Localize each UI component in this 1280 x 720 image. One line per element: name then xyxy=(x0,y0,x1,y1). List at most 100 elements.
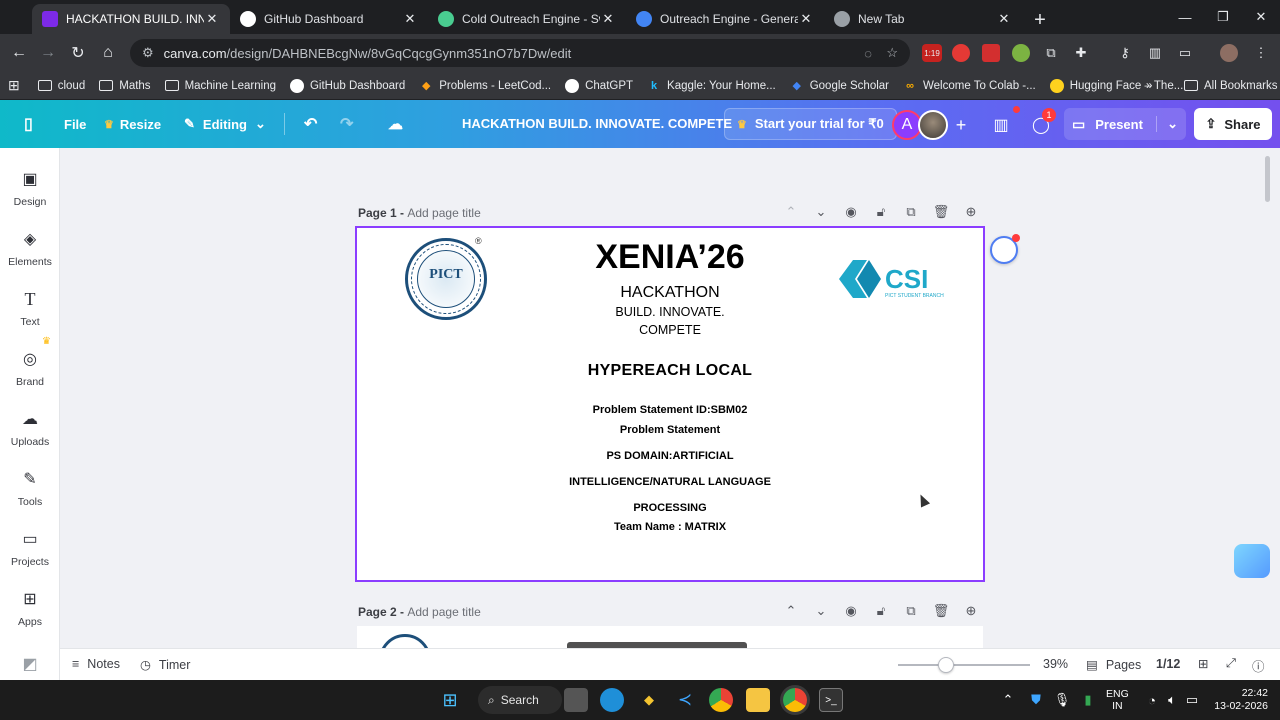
chrome-icon[interactable] xyxy=(709,688,733,712)
card-icon[interactable]: ▭ xyxy=(1176,44,1194,62)
bookmark-github[interactable]: GitHub Dashboard xyxy=(289,78,405,93)
edge-icon[interactable] xyxy=(600,688,624,712)
ai-assistant-icon[interactable] xyxy=(990,234,1020,264)
sidebar-item-projects[interactable]: ▭ Projects xyxy=(0,528,60,584)
bookmark-kaggle[interactable]: k Kaggle: Your Home... xyxy=(647,79,776,93)
add-page-icon[interactable]: ⊕ xyxy=(956,204,986,220)
vscode-icon[interactable]: ≺ xyxy=(673,688,697,712)
green-extension-icon[interactable] xyxy=(1012,44,1030,62)
key-icon[interactable]: ⚷ xyxy=(1116,44,1134,62)
analytics-icon[interactable]: ▥ xyxy=(986,110,1016,140)
page-2-canvas[interactable] xyxy=(357,626,983,648)
sidebar-item-apps[interactable]: ⊞ Apps xyxy=(0,588,60,644)
delete-icon[interactable]: 🗑︎ xyxy=(926,603,956,619)
start-trial-button[interactable]: ♛ Start your trial for ₹0 xyxy=(724,108,897,140)
battery-icon[interactable]: ▭ xyxy=(1180,688,1204,712)
sidebar-item-more[interactable]: ◩ xyxy=(0,654,60,674)
sidebar-item-text[interactable]: T Text xyxy=(0,288,60,344)
floating-widget-icon[interactable] xyxy=(1234,544,1270,578)
editing-mode-button[interactable]: ✎ Editing ⌄ xyxy=(176,108,274,140)
apps-grid-icon[interactable]: ⊞ xyxy=(8,77,20,94)
zoom-level[interactable]: 39% xyxy=(1043,657,1068,671)
document-title[interactable]: HACKATHON BUILD. INNOVATE. COMPETE xyxy=(462,116,732,131)
workspace-scrollbar[interactable] xyxy=(1265,156,1270,202)
add-collaborator-icon[interactable]: + xyxy=(946,110,976,140)
sidebar-toggle-icon[interactable]: ▯ xyxy=(16,108,41,140)
chevron-up-icon[interactable]: ⌃ xyxy=(776,603,806,619)
puzzle-icon[interactable]: ✚ xyxy=(1072,44,1090,62)
profile-avatar[interactable] xyxy=(1220,44,1238,62)
sidebar-item-uploads[interactable]: ☁ Uploads xyxy=(0,408,60,464)
bookmarks-overflow-icon[interactable]: » xyxy=(1146,80,1152,92)
restore-icon[interactable]: ❐ xyxy=(1204,0,1242,34)
hide-icon[interactable]: ◉ xyxy=(836,204,866,220)
duplicate-icon[interactable]: ⧉ xyxy=(896,204,926,220)
new-tab-button[interactable]: + xyxy=(1026,6,1054,34)
address-bar[interactable]: ⚙ canva.com /design/DAHBNEBcgNw/8vGqCqcg… xyxy=(130,39,910,67)
zoom-slider[interactable] xyxy=(898,664,1030,666)
file-explorer-icon[interactable] xyxy=(746,688,770,712)
bookmark-google-scholar[interactable]: ◆ Google Scholar xyxy=(790,79,889,93)
undo-icon[interactable]: ↶ xyxy=(296,108,325,140)
tab-new-tab[interactable]: New Tab ✕ xyxy=(824,4,1022,34)
forward-icon[interactable]: → xyxy=(33,38,63,68)
chrome-active-icon[interactable] xyxy=(783,688,807,712)
tab-hackathon[interactable]: HACKATHON BUILD. INNOVATE ✕ xyxy=(32,4,230,34)
acrobat-icon[interactable] xyxy=(982,44,1000,62)
language-indicator[interactable]: ENG IN xyxy=(1106,688,1129,712)
add-page-icon[interactable]: ⊕ xyxy=(956,603,986,619)
sidebar-item-brand[interactable]: ◎ Brand xyxy=(0,348,60,404)
site-info-icon[interactable]: ⚙ xyxy=(142,45,154,61)
zoom-slider-thumb[interactable] xyxy=(938,657,954,673)
chevron-down-icon[interactable]: ⌄ xyxy=(1156,116,1178,132)
taskbar-search[interactable]: ⌕ Search xyxy=(478,686,562,714)
bookmark-colab[interactable]: ∞ Welcome To Colab -... xyxy=(903,79,1036,93)
chevron-up-icon[interactable]: ⌃ xyxy=(776,204,806,220)
bookmark-star-icon[interactable]: ☆ xyxy=(886,45,898,61)
chevron-down-icon[interactable]: ⌄ xyxy=(806,204,836,220)
reload-icon[interactable]: ↻ xyxy=(63,38,93,68)
notes-button[interactable]: ≡ Notes xyxy=(72,657,120,671)
terminal-icon[interactable]: >_ xyxy=(819,688,843,712)
menu-icon[interactable]: ⋮ xyxy=(1252,44,1270,62)
page-1-canvas[interactable]: PICT ® CSI PICT STUDENT BRANCH XENIA’26 … xyxy=(355,226,985,582)
sidebar-item-elements[interactable]: ◈ Elements xyxy=(0,228,60,284)
pages-button[interactable]: ▤ Pages xyxy=(1086,657,1141,673)
close-icon[interactable]: ✕ xyxy=(996,11,1012,27)
close-icon[interactable]: ✕ xyxy=(798,11,814,27)
windows-start-icon[interactable]: ⊞ xyxy=(438,688,462,712)
meet-icon[interactable]: ▮ xyxy=(1076,688,1100,712)
bookmark-leetcode[interactable]: ◆ Problems - LeetCod... xyxy=(419,79,551,93)
sidebar-item-design[interactable]: ▣ Design xyxy=(0,168,60,224)
present-button[interactable]: ▭ Present ⌄ xyxy=(1064,108,1186,140)
close-icon[interactable]: ✕ xyxy=(402,11,418,27)
resize-button[interactable]: ♛ Resize xyxy=(96,108,169,140)
task-view-icon[interactable] xyxy=(564,688,588,712)
add-page-title[interactable]: Add page title xyxy=(407,206,480,220)
share-button[interactable]: ⇪ Share xyxy=(1194,108,1272,140)
bookmark-cloud[interactable]: cloud xyxy=(37,80,85,92)
crop-icon[interactable]: ⧉ xyxy=(1042,44,1060,62)
minimize-icon[interactable]: — xyxy=(1166,0,1204,34)
defender-icon[interactable]: ⛊ xyxy=(1024,688,1048,712)
tab-cold-outreach[interactable]: Cold Outreach Engine - Swagger ✕ xyxy=(428,4,626,34)
fullscreen-icon[interactable]: ⤢ xyxy=(1226,656,1236,671)
grid-view-icon[interactable]: ⊞ xyxy=(1198,656,1208,671)
close-icon[interactable]: ✕ xyxy=(204,11,220,27)
help-icon[interactable]: ⓘ xyxy=(1252,656,1265,675)
bookmark-chatgpt[interactable]: ChatGPT xyxy=(565,78,633,93)
clock[interactable]: 22:42 13-02-2026 xyxy=(1208,687,1268,713)
file-menu[interactable]: File xyxy=(56,108,94,140)
lock-icon[interactable]: 🔓︎ xyxy=(866,603,896,619)
pokeball-icon[interactable] xyxy=(952,44,970,62)
timer-button[interactable]: ◷ Timer xyxy=(140,657,190,673)
back-icon[interactable]: ← xyxy=(4,38,34,68)
redo-icon[interactable]: ↷ xyxy=(332,108,361,140)
hide-icon[interactable]: ◉ xyxy=(836,603,866,619)
tab-github-dashboard[interactable]: GitHub Dashboard ✕ xyxy=(230,4,428,34)
bookmark-maths[interactable]: Maths xyxy=(99,80,151,92)
home-icon[interactable]: ⌂ xyxy=(93,38,123,68)
sidepanel-icon[interactable]: ▥ xyxy=(1146,44,1164,62)
all-bookmarks[interactable]: All Bookmarks xyxy=(1184,80,1278,92)
window-close-icon[interactable]: ✕ xyxy=(1242,0,1280,34)
